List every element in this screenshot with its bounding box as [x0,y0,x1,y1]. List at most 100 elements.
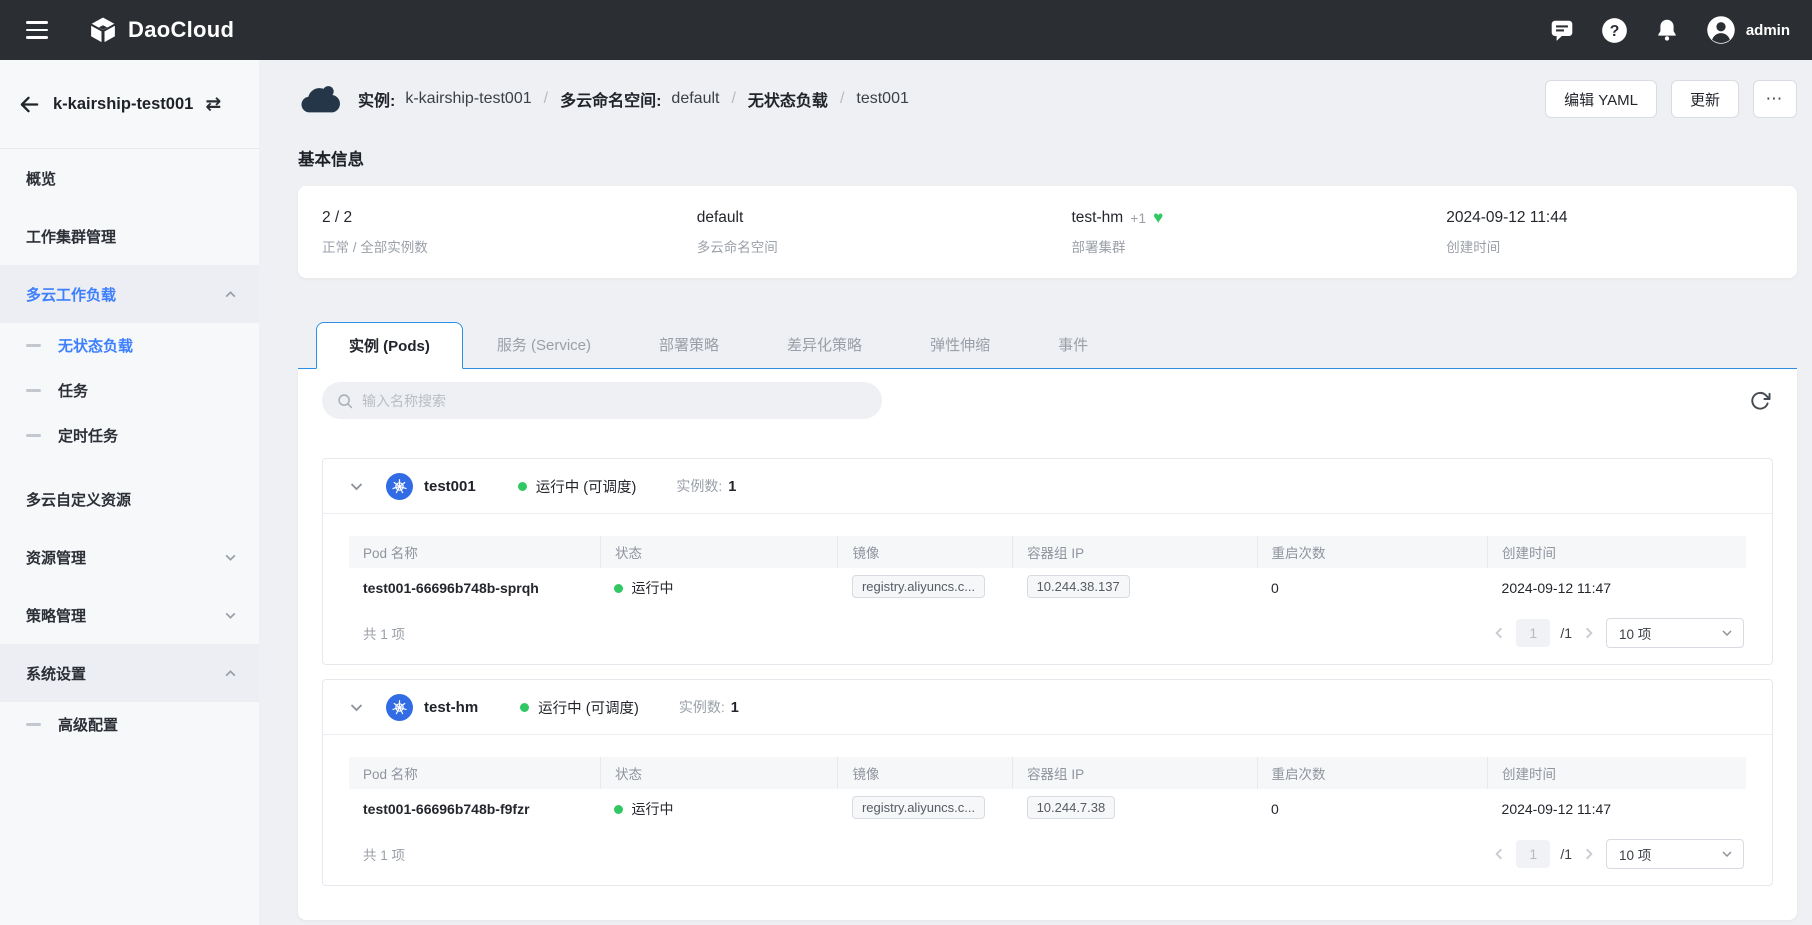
breadcrumb-namespace-value[interactable]: default [671,90,719,108]
next-page-icon[interactable] [1582,626,1596,640]
sidebar-item-deployments[interactable]: 无状态负载 [0,323,259,368]
sidebar-item-policy-management[interactable]: 策略管理 [0,586,259,644]
stat-created: 2024-09-12 11:44 创建时间 [1422,209,1797,256]
sidebar-item-system-settings[interactable]: 系统设置 [0,644,259,702]
breadcrumb-instance-value[interactable]: k-kairship-test001 [405,90,531,108]
chevron-down-icon [224,609,237,622]
sidebar-item-cronjobs[interactable]: 定时任务 [0,413,259,458]
sidebar-item-multicloud-workloads[interactable]: 多云工作负载 [0,265,259,323]
kubernetes-icon [386,473,413,500]
search-icon [336,392,354,410]
page-size-select[interactable]: 10 项 [1606,618,1744,648]
sidebar: k-kairship-test001 ⇄ 概览 工作集群管理 多云工作负载 无状… [0,60,259,925]
restart-count: 0 [1257,789,1488,829]
tab-autoscaling[interactable]: 弹性伸缩 [918,321,1002,368]
avatar-icon [1706,15,1736,45]
replicas-count: 实例数:1 [676,476,736,496]
workload-name: test001 [424,478,476,495]
page-size-select[interactable]: 10 项 [1606,839,1744,869]
chevron-up-icon [224,288,237,301]
dash-icon [26,434,41,437]
instance-title: k-kairship-test001 [53,95,193,114]
dash-icon [26,389,41,392]
breadcrumb: 实例: k-kairship-test001 / 多云命名空间: default… [298,83,909,115]
pods-panel: test001 运行中 (可调度) 实例数:1 Pod 名称 状态 镜像 容器组 [298,369,1797,920]
search-box [322,382,882,419]
workload-name: test-hm [424,699,478,716]
main-content: 实例: k-kairship-test001 / 多云命名空间: default… [259,0,1812,920]
tab-override-policy[interactable]: 差异化策略 [775,321,874,368]
workload-card-test001: test001 运行中 (可调度) 实例数:1 Pod 名称 状态 镜像 容器组 [322,458,1773,665]
page-input[interactable] [1516,619,1550,647]
chevron-down-icon [1721,627,1733,639]
sidebar-item-resource-management[interactable]: 资源管理 [0,528,259,586]
total-items: 共 1 项 [363,844,405,864]
replicas-count: 实例数:1 [679,697,739,717]
stat-clusters: test-hm +1 ♥ 部署集群 [1048,209,1423,256]
back-icon[interactable] [18,93,41,116]
cluster-count-badge: +1 [1130,210,1146,226]
top-bar: DaoCloud ? [0,0,1812,60]
breadcrumb-namespace-label: 多云命名空间: [560,87,661,111]
breadcrumb-workload-type[interactable]: 无状态负载 [748,87,828,111]
pod-ip-chip[interactable]: 10.244.7.38 [1027,796,1116,819]
health-heart-icon: ♥ [1153,209,1163,226]
brand-name: DaoCloud [128,17,234,43]
workload-header[interactable]: test001 运行中 (可调度) 实例数:1 [323,459,1772,514]
collapse-chevron-icon[interactable] [349,479,364,494]
breadcrumb-workload-name: test001 [856,90,908,108]
tab-service[interactable]: 服务 (Service) [485,321,603,368]
prev-page-icon[interactable] [1492,626,1506,640]
sidebar-item-work-clusters[interactable]: 工作集群管理 [0,207,259,265]
page-total: /1 [1560,846,1572,862]
pod-status: 运行中 [631,578,673,598]
next-page-icon[interactable] [1582,847,1596,861]
sidebar-item-overview[interactable]: 概览 [0,149,259,207]
pod-status: 运行中 [631,799,673,819]
sidebar-nav: 概览 工作集群管理 多云工作负载 无状态负载 任务 定时任务 多云自定义资源 资… [0,149,259,747]
workload-status: 运行中 (可调度) [538,697,639,718]
table-row: test001-66696b748b-sprqh 运行中 registry.al… [349,568,1746,608]
pod-name: test001-66696b748b-sprqh [349,568,600,608]
sidebar-item-jobs[interactable]: 任务 [0,368,259,413]
image-chip[interactable]: registry.aliyuncs.c... [852,796,985,819]
table-header-row: Pod 名称 状态 镜像 容器组 IP 重启次数 创建时间 [349,536,1746,568]
switch-instance-icon[interactable]: ⇄ [205,95,221,114]
table-header-row: Pod 名称 状态 镜像 容器组 IP 重启次数 创建时间 [349,757,1746,789]
tab-pods[interactable]: 实例 (Pods) [316,322,463,369]
collapse-chevron-icon[interactable] [349,700,364,715]
daocloud-logo-icon [88,15,118,45]
update-button[interactable]: 更新 [1671,80,1739,118]
stat-namespace: default 多云命名空间 [673,209,1048,256]
refresh-icon[interactable] [1749,390,1771,412]
user-menu[interactable]: admin [1706,15,1790,45]
page-input[interactable] [1516,840,1550,868]
edit-yaml-button[interactable]: 编辑 YAML [1545,80,1657,118]
pod-ip-chip[interactable]: 10.244.38.137 [1027,575,1130,598]
chat-icon[interactable] [1549,17,1575,43]
pod-created-time: 2024-09-12 11:47 [1488,568,1746,608]
brand-logo: DaoCloud [88,15,234,45]
help-icon[interactable]: ? [1601,17,1628,44]
chevron-down-icon [224,551,237,564]
total-items: 共 1 项 [363,623,405,643]
more-actions-button[interactable]: ⋯ [1753,80,1797,118]
basic-info-title: 基本信息 [298,146,1812,170]
tab-events[interactable]: 事件 [1046,321,1100,368]
pod-created-time: 2024-09-12 11:47 [1488,789,1746,829]
stat-replicas: 2 / 2 正常 / 全部实例数 [298,209,673,256]
sidebar-item-advanced-config[interactable]: 高级配置 [0,702,259,747]
workload-header[interactable]: test-hm 运行中 (可调度) 实例数:1 [323,680,1772,735]
search-input[interactable] [362,393,868,409]
sidebar-item-custom-resources[interactable]: 多云自定义资源 [0,470,259,528]
bell-icon[interactable] [1654,17,1680,43]
prev-page-icon[interactable] [1492,847,1506,861]
hamburger-menu-icon[interactable] [14,10,60,50]
image-chip[interactable]: registry.aliyuncs.c... [852,575,985,598]
tab-deploy-policy[interactable]: 部署策略 [647,321,731,368]
pod-name: test001-66696b748b-f9fzr [349,789,600,829]
status-dot [614,805,623,814]
svg-text:?: ? [1610,22,1620,39]
status-dot [520,703,529,712]
workload-card-test-hm: test-hm 运行中 (可调度) 实例数:1 Pod 名称 状态 镜像 容器组 [322,679,1773,886]
